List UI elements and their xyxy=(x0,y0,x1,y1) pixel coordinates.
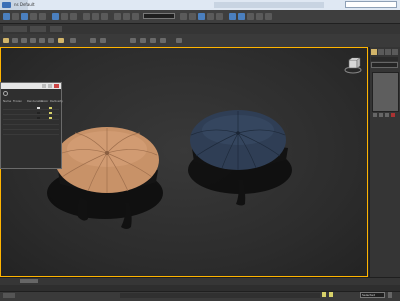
window-title xyxy=(128,2,210,7)
modify-selection-icon[interactable] xyxy=(58,38,64,43)
subdivision-icon[interactable] xyxy=(100,38,106,43)
material-editor-icon[interactable] xyxy=(238,13,245,20)
region-select-icon[interactable] xyxy=(70,13,77,20)
column-header[interactable]: Frozen xyxy=(13,99,22,103)
geometry-icon[interactable] xyxy=(90,38,96,43)
remove-modifier-icon[interactable] xyxy=(391,113,395,117)
minimize-icon[interactable] xyxy=(42,84,46,88)
polygon-modeling-icon[interactable] xyxy=(3,38,9,43)
menu-item[interactable] xyxy=(79,2,89,8)
show-end-result-icon[interactable] xyxy=(379,113,383,117)
ribbon-tab[interactable] xyxy=(30,26,46,32)
ottoman-left-button xyxy=(105,151,109,155)
hierarchy-tab-icon[interactable] xyxy=(385,49,391,55)
menu-item[interactable] xyxy=(105,2,115,8)
selection-mode-dropdown[interactable]: Selected xyxy=(360,292,385,298)
ottoman-right[interactable] xyxy=(180,100,300,215)
modifier-list-dropdown[interactable] xyxy=(371,62,398,68)
color-swatch[interactable] xyxy=(37,117,40,119)
curve-editor-icon[interactable] xyxy=(216,13,223,20)
time-slider-thumb[interactable] xyxy=(20,279,38,283)
maxscript-listener[interactable] xyxy=(3,293,15,298)
border-icon[interactable] xyxy=(30,38,36,43)
ribbon-tab[interactable] xyxy=(50,26,62,32)
ribbon-tab[interactable] xyxy=(3,26,27,32)
graphite-tools-icon[interactable] xyxy=(207,13,214,20)
radiosity-icon[interactable] xyxy=(49,107,52,109)
app-logo-icon xyxy=(2,2,11,8)
polygon-icon[interactable] xyxy=(39,38,45,43)
pin-stack-icon[interactable] xyxy=(373,113,377,117)
workspace-label: ns Default xyxy=(14,2,35,7)
bind-warp-icon[interactable] xyxy=(39,13,46,20)
menu-item[interactable] xyxy=(66,2,76,8)
ottoman-left-leg xyxy=(77,197,88,221)
rotate-icon[interactable] xyxy=(92,13,99,20)
named-selection-dropdown[interactable] xyxy=(143,13,175,19)
snap-icon[interactable] xyxy=(132,13,139,20)
undo-icon[interactable] xyxy=(3,13,10,20)
color-swatch[interactable] xyxy=(37,112,40,114)
key-icon[interactable] xyxy=(322,292,326,297)
column-header[interactable]: Name xyxy=(3,99,11,103)
search-icon[interactable] xyxy=(3,91,8,96)
visibility-icon[interactable] xyxy=(176,38,182,43)
tris-icon[interactable] xyxy=(160,38,166,43)
help-search-input[interactable] xyxy=(345,1,397,8)
reference-coords-icon[interactable] xyxy=(114,13,121,20)
viewcube-icon[interactable] xyxy=(343,56,363,76)
pivot-icon[interactable] xyxy=(123,13,130,20)
scale-icon[interactable] xyxy=(101,13,108,20)
align-icon[interactable] xyxy=(189,13,196,20)
column-header[interactable]: Color xyxy=(41,99,48,103)
schematic-view-icon[interactable] xyxy=(229,13,236,20)
select-object-icon[interactable] xyxy=(52,13,59,20)
vertex-icon[interactable] xyxy=(12,38,18,43)
move-icon[interactable] xyxy=(83,13,90,20)
close-icon[interactable] xyxy=(54,84,59,88)
loops-icon[interactable] xyxy=(150,38,156,43)
create-tab-icon[interactable] xyxy=(371,49,377,55)
render-frame-icon[interactable] xyxy=(256,13,263,20)
motion-tab-icon[interactable] xyxy=(392,49,398,55)
edge-icon[interactable] xyxy=(21,38,27,43)
radiosity-icon[interactable] xyxy=(49,117,52,119)
auto-key-icon[interactable] xyxy=(329,292,333,297)
menu-item[interactable] xyxy=(53,2,63,8)
prompt-line xyxy=(120,293,320,298)
mirror-icon[interactable] xyxy=(180,13,187,20)
edit-icon[interactable] xyxy=(70,38,76,43)
render-setup-icon[interactable] xyxy=(247,13,254,20)
element-icon[interactable] xyxy=(48,38,54,43)
select-link-icon[interactable] xyxy=(21,13,28,20)
align-tools-icon[interactable] xyxy=(130,38,136,43)
make-unique-icon[interactable] xyxy=(385,113,389,117)
column-header[interactable]: Radiosity xyxy=(50,99,63,103)
redo-icon[interactable] xyxy=(12,13,19,20)
color-swatch[interactable] xyxy=(37,107,40,109)
ottoman-right-button xyxy=(236,131,240,135)
layer-manager-icon[interactable] xyxy=(198,13,205,20)
menu-item[interactable] xyxy=(40,2,50,8)
object-name-field[interactable] xyxy=(371,57,398,61)
unlink-icon[interactable] xyxy=(30,13,37,20)
scene-explorer-panel[interactable]: Name Frozen Renderable Color Radiosity xyxy=(0,82,63,169)
select-by-name-icon[interactable] xyxy=(61,13,68,20)
modifier-stack[interactable] xyxy=(372,72,399,112)
scene-explorer-header[interactable] xyxy=(1,83,61,89)
key-filters-icon[interactable] xyxy=(388,292,392,298)
properties-icon[interactable] xyxy=(140,38,146,43)
render-icon[interactable] xyxy=(265,13,272,20)
quick-access-strip xyxy=(214,2,324,8)
modify-tab-icon[interactable] xyxy=(378,49,384,55)
maximize-icon[interactable] xyxy=(48,84,52,88)
table-row[interactable] xyxy=(3,130,59,135)
menu-item[interactable] xyxy=(92,2,102,8)
radiosity-icon[interactable] xyxy=(49,112,52,114)
